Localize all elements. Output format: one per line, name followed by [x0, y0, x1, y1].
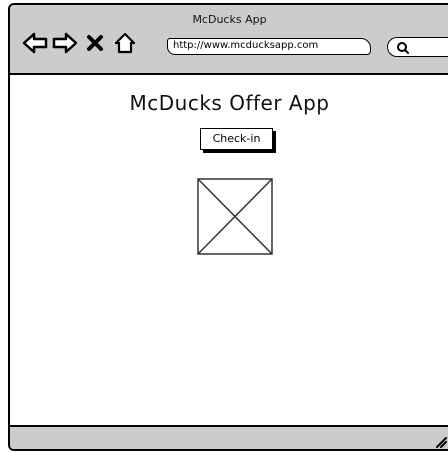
address-bar[interactable]: http://www.mcducksapp.com — [167, 38, 371, 55]
forward-arrow-icon[interactable] — [52, 30, 78, 56]
status-bar — [10, 425, 448, 449]
page-title: McDucks Offer App — [129, 91, 330, 115]
search-field[interactable] — [387, 37, 448, 57]
stop-close-icon[interactable] — [82, 30, 108, 56]
browser-window: McDucks App http://www.mcducksapp.com Mc… — [8, 3, 448, 451]
resize-grip-icon[interactable] — [433, 433, 447, 448]
image-placeholder — [197, 178, 273, 255]
check-in-button[interactable]: Check-in — [200, 128, 273, 150]
home-icon[interactable] — [112, 30, 138, 56]
navigation-controls — [22, 30, 138, 56]
browser-titlebar: McDucks App http://www.mcducksapp.com — [10, 5, 448, 75]
page-content: McDucks Offer App Check-in — [10, 75, 448, 429]
window-title: McDucks App — [192, 13, 267, 26]
search-icon — [396, 40, 410, 54]
back-arrow-icon[interactable] — [22, 30, 48, 56]
